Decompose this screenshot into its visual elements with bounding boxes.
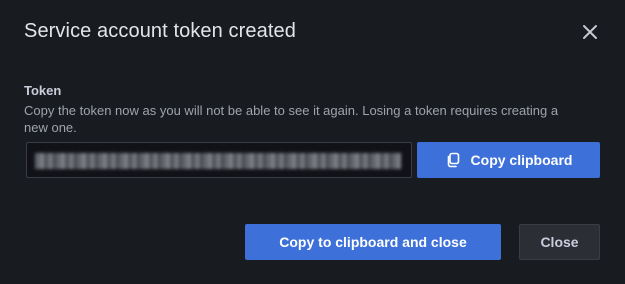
close-icon[interactable] <box>580 22 600 42</box>
copy-to-clipboard-and-close-button[interactable]: Copy to clipboard and close <box>245 224 501 260</box>
token-label: Token <box>24 83 62 98</box>
token-value-redacted <box>35 153 401 169</box>
token-field[interactable] <box>26 142 412 178</box>
copy-clipboard-label: Copy clipboard <box>470 152 573 168</box>
close-label: Close <box>540 234 579 250</box>
close-button[interactable]: Close <box>519 224 600 260</box>
copy-icon <box>445 152 461 168</box>
copy-clipboard-button[interactable]: Copy clipboard <box>417 142 600 178</box>
service-account-token-modal: Service account token created Token Copy… <box>0 0 625 284</box>
copy-close-label: Copy to clipboard and close <box>279 234 467 250</box>
token-description: Copy the token now as you will not be ab… <box>24 103 559 135</box>
modal-title: Service account token created <box>24 20 296 42</box>
